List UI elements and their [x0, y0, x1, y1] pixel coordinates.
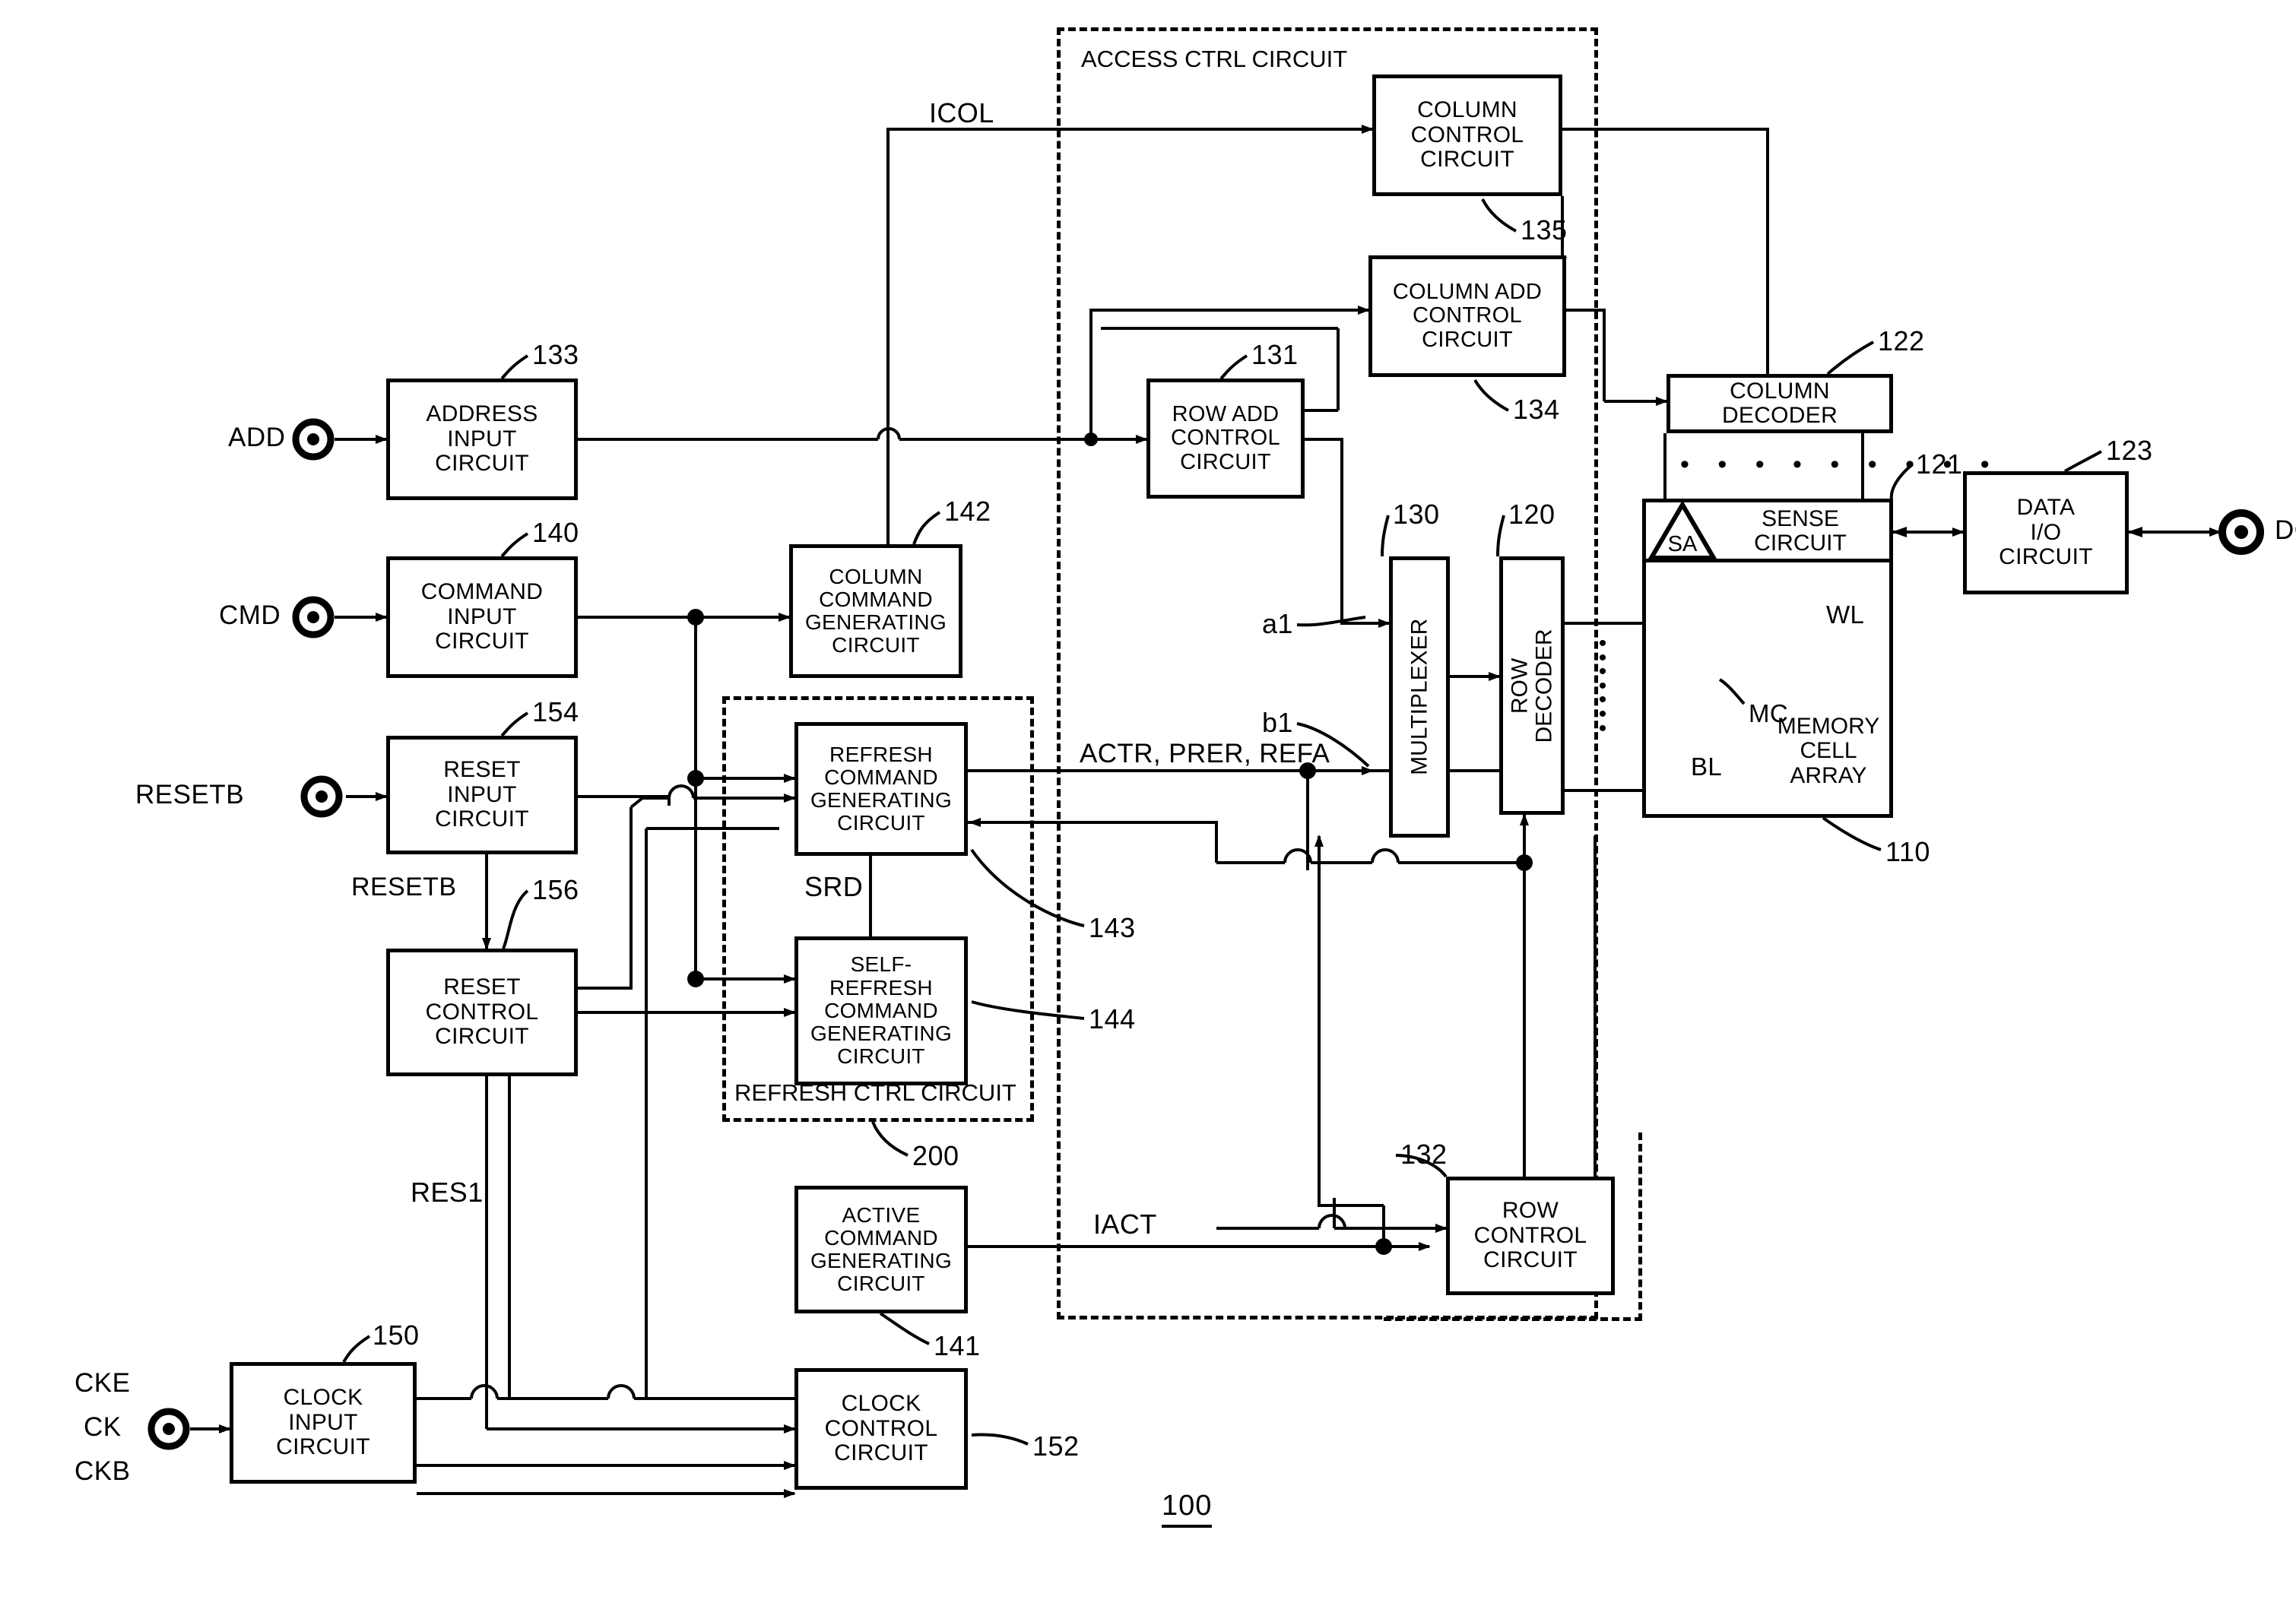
block-column-control-circuit[interactable]: COLUMN CONTROL CIRCUIT — [1372, 74, 1562, 196]
signal-label-srd: SRD — [804, 871, 864, 902]
block-self-refresh-command-generating-circuit[interactable]: SELF- REFRESH COMMAND GENERATING CIRCUIT — [794, 936, 968, 1085]
figure-canvas: ACCESS CTRL CIRCUIT REFRESH CTRL CIRCUIT… — [0, 0, 2296, 1603]
block-label: COLUMN CONTROL CIRCUIT — [1410, 97, 1524, 173]
ref-150: 150 — [373, 1319, 420, 1351]
ref-110: 110 — [1885, 836, 1930, 867]
block-address-input-circuit[interactable]: ADDRESS INPUT CIRCUIT — [386, 379, 578, 500]
ref-135: 135 — [1521, 214, 1568, 246]
block-column-command-generating-circuit[interactable]: COLUMN COMMAND GENERATING CIRCUIT — [789, 544, 962, 678]
ref-200: 200 — [912, 1140, 959, 1171]
block-label: ROW ADD CONTROL CIRCUIT — [1171, 402, 1280, 474]
pin-label-ck: CK — [84, 1412, 122, 1442]
block-command-input-circuit[interactable]: COMMAND INPUT CIRCUIT — [386, 556, 578, 678]
signal-label-b1: b1 — [1262, 707, 1293, 738]
block-row-decoder[interactable]: ROW DECODER — [1499, 556, 1565, 815]
block-label: DATA I/O CIRCUIT — [1999, 495, 2093, 570]
bitline-label: BL — [1691, 752, 1723, 781]
block-clock-input-circuit[interactable]: CLOCK INPUT CIRCUIT — [230, 1362, 417, 1484]
ref-142: 142 — [944, 496, 991, 527]
ref-152: 152 — [1032, 1430, 1080, 1462]
block-multiplexer[interactable]: MULTIPLEXER — [1389, 556, 1450, 838]
ref-134: 134 — [1513, 394, 1560, 425]
signal-label-resetb-internal: RESETB — [351, 873, 457, 901]
block-column-decoder[interactable]: COLUMN DECODER — [1667, 374, 1893, 433]
block-reset-control-circuit[interactable]: RESET CONTROL CIRCUIT — [386, 949, 578, 1076]
block-label: COLUMN DECODER — [1721, 378, 1838, 428]
block-row-add-control-circuit[interactable]: ROW ADD CONTROL CIRCUIT — [1146, 379, 1305, 499]
block-row-control-circuit[interactable]: ROW CONTROL CIRCUIT — [1446, 1177, 1615, 1295]
ref-122: 122 — [1878, 325, 1925, 356]
ref-154: 154 — [532, 696, 579, 727]
sense-circuit-label-wrap: SENSE CIRCUIT — [1709, 503, 1892, 559]
ref-143: 143 — [1089, 912, 1136, 943]
block-label: RESET INPUT CIRCUIT — [435, 757, 529, 832]
ref-120: 120 — [1508, 499, 1556, 530]
ref-144: 144 — [1089, 1003, 1136, 1034]
ref-140: 140 — [532, 517, 579, 548]
block-refresh-command-generating-circuit[interactable]: REFRESH COMMAND GENERATING CIRCUIT — [794, 722, 968, 856]
pin-label-cke: CKE — [75, 1368, 131, 1398]
block-label: COLUMN COMMAND GENERATING CIRCUIT — [804, 564, 947, 657]
signal-label-iact: IACT — [1093, 1209, 1157, 1240]
wordline-label: WL — [1826, 600, 1865, 629]
column-ellipsis: • • • • • • • • • — [1680, 450, 2000, 479]
sa-label: SA — [1667, 532, 1698, 556]
block-label: SENSE CIRCUIT — [1754, 505, 1847, 556]
pin-label-dq: DQ — [2275, 515, 2296, 545]
block-data-io-circuit[interactable]: DATA I/O CIRCUIT — [1963, 471, 2129, 594]
block-label: COMMAND INPUT CIRCUIT — [420, 579, 544, 654]
pin-label-resetb: RESETB — [135, 780, 245, 809]
access-ctrl-label: ACCESS CTRL CIRCUIT — [1078, 46, 1351, 73]
block-label: REFRESH COMMAND GENERATING CIRCUIT — [810, 742, 953, 835]
memory-cell-array-label: MEMORY CELL ARRAY — [1777, 714, 1880, 788]
pin-label-ckb: CKB — [75, 1456, 131, 1486]
figure-number: 100 — [1162, 1490, 1213, 1528]
block-label: RESET CONTROL CIRCUIT — [425, 974, 539, 1050]
ref-131: 131 — [1251, 339, 1299, 370]
signal-label-actr-prer-refa: ACTR, PRER, REFA — [1080, 739, 1330, 768]
block-reset-input-circuit[interactable]: RESET INPUT CIRCUIT — [386, 736, 578, 854]
block-label: ROW DECODER — [1507, 628, 1557, 743]
block-label: COLUMN ADD CONTROL CIRCUIT — [1392, 280, 1543, 352]
block-label: SELF- REFRESH COMMAND GENERATING CIRCUIT — [810, 952, 953, 1069]
block-clock-control-circuit[interactable]: CLOCK CONTROL CIRCUIT — [794, 1368, 968, 1490]
block-active-command-generating-circuit[interactable]: ACTIVE COMMAND GENERATING CIRCUIT — [794, 1186, 968, 1313]
block-label: CLOCK CONTROL CIRCUIT — [824, 1391, 938, 1466]
block-label: ROW CONTROL CIRCUIT — [1473, 1198, 1587, 1273]
block-column-add-control-circuit[interactable]: COLUMN ADD CONTROL CIRCUIT — [1368, 255, 1566, 377]
block-label: MULTIPLEXER — [1406, 618, 1432, 776]
pin-label-add: ADD — [228, 423, 286, 452]
pin-label-cmd: CMD — [219, 600, 281, 630]
block-label: ADDRESS INPUT CIRCUIT — [426, 401, 538, 477]
block-label: ACTIVE COMMAND GENERATING CIRCUIT — [810, 1202, 953, 1296]
block-label: CLOCK INPUT CIRCUIT — [276, 1385, 370, 1460]
ref-130: 130 — [1393, 499, 1440, 530]
ref-123: 123 — [2106, 435, 2153, 466]
memory-cell-label: MC — [1749, 699, 1789, 727]
ref-133: 133 — [532, 339, 579, 370]
signal-label-icol: ICOL — [929, 97, 994, 128]
ref-141: 141 — [934, 1330, 981, 1361]
signal-label-res1: RES1 — [411, 1177, 484, 1208]
ref-156: 156 — [532, 874, 579, 905]
signal-label-a1: a1 — [1262, 608, 1293, 639]
ref-132: 132 — [1400, 1139, 1448, 1170]
row-ellipsis: • • • • • • • — [1598, 631, 1607, 741]
